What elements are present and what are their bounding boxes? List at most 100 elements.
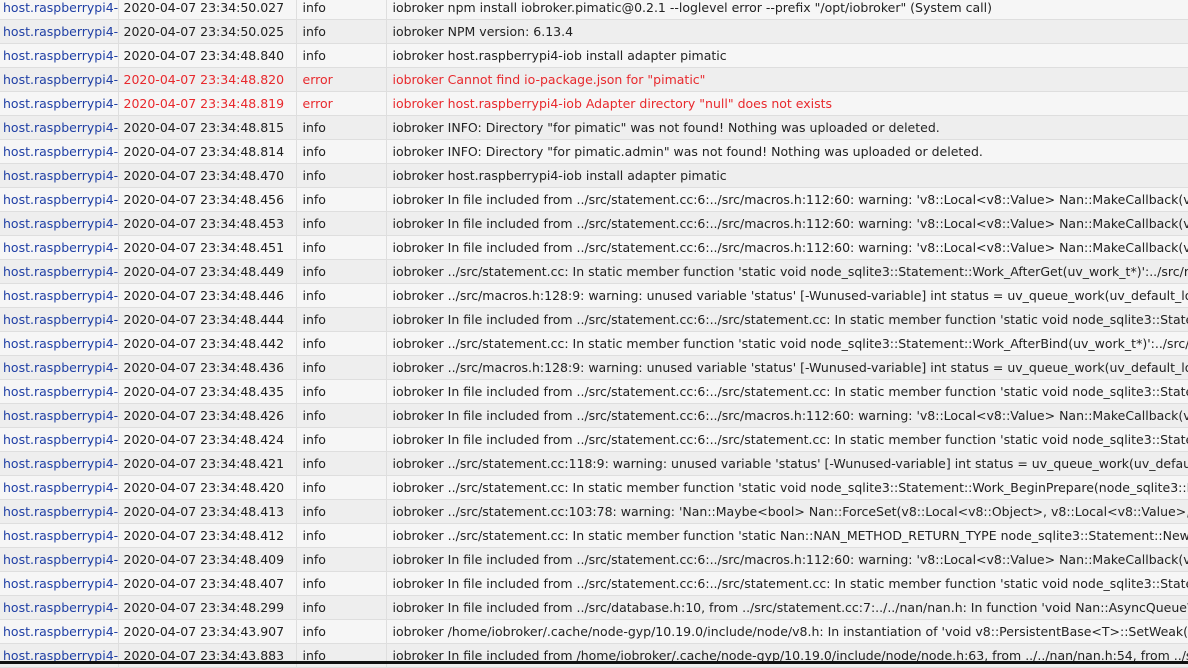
log-message: iobroker host.raspberrypi4-iob install a… [386,43,1188,68]
log-severity: error [296,91,387,116]
log-row: host.raspberrypi4-iob2020-04-07 23:34:48… [0,427,1188,452]
log-severity: info [296,235,387,260]
log-row: host.raspberrypi4-iob2020-04-07 23:34:48… [0,547,1188,572]
log-message: iobroker In file included from ../src/da… [386,595,1188,620]
log-timestamp: 2020-04-07 23:34:48.426 [118,403,297,428]
log-host-link[interactable]: host.raspberrypi4-iob [0,211,119,236]
log-host-link[interactable]: host.raspberrypi4-iob [0,115,119,140]
log-message: iobroker In file included from ../src/st… [386,211,1188,236]
log-timestamp: 2020-04-07 23:34:43.907 [118,619,297,644]
log-row: host.raspberrypi4-iob2020-04-07 23:34:48… [0,403,1188,428]
log-row: host.raspberrypi4-iob2020-04-07 23:34:48… [0,211,1188,236]
log-severity: info [296,283,387,308]
log-severity: info [296,211,387,236]
log-timestamp: 2020-04-07 23:34:48.446 [118,283,297,308]
log-table: host.raspberrypi4-iob2020-04-07 23:34:50… [0,0,1188,668]
log-host-link[interactable]: host.raspberrypi4-iob [0,139,119,164]
log-row: host.raspberrypi4-iob2020-04-07 23:34:48… [0,379,1188,404]
log-row: host.raspberrypi4-iob2020-04-07 23:34:48… [0,67,1188,92]
log-row: host.raspberrypi4-iob2020-04-07 23:34:50… [0,19,1188,44]
log-row: host.raspberrypi4-iob2020-04-07 23:34:48… [0,259,1188,284]
log-severity: error [296,67,387,92]
log-message: iobroker In file included from ../src/st… [386,187,1188,212]
log-host-link[interactable]: host.raspberrypi4-iob [0,187,119,212]
log-row: host.raspberrypi4-iob2020-04-07 23:34:48… [0,139,1188,164]
log-row: host.raspberrypi4-iob2020-04-07 23:34:48… [0,331,1188,356]
log-host-link[interactable]: host.raspberrypi4-iob [0,235,119,260]
log-severity: info [296,523,387,548]
log-row: host.raspberrypi4-iob2020-04-07 23:34:48… [0,91,1188,116]
log-message: iobroker ../src/statement.cc: In static … [386,475,1188,500]
log-severity: info [296,139,387,164]
log-host-link[interactable]: host.raspberrypi4-iob [0,331,119,356]
log-timestamp: 2020-04-07 23:34:48.413 [118,499,297,524]
log-host-link[interactable]: host.raspberrypi4-iob [0,499,119,524]
log-severity: info [296,163,387,188]
log-host-link[interactable]: host.raspberrypi4-iob [0,523,119,548]
log-message: iobroker ../src/statement.cc: In static … [386,259,1188,284]
log-host-link[interactable]: host.raspberrypi4-iob [0,451,119,476]
log-message: iobroker In file included from ../src/st… [386,403,1188,428]
log-host-link[interactable]: host.raspberrypi4-iob [0,0,119,20]
log-severity: info [296,355,387,380]
log-host-link[interactable]: host.raspberrypi4-iob [0,403,119,428]
log-message: iobroker npm install iobroker.pimatic@0.… [386,0,1188,20]
log-row: host.raspberrypi4-iob2020-04-07 23:34:50… [0,0,1188,20]
log-timestamp: 2020-04-07 23:34:48.421 [118,451,297,476]
log-host-link[interactable]: host.raspberrypi4-iob [0,67,119,92]
log-host-link[interactable]: host.raspberrypi4-iob [0,427,119,452]
log-message: iobroker In file included from ../src/st… [386,379,1188,404]
log-timestamp: 2020-04-07 23:34:48.435 [118,379,297,404]
log-severity: info [296,259,387,284]
log-severity: info [296,379,387,404]
log-row: host.raspberrypi4-iob2020-04-07 23:34:48… [0,163,1188,188]
log-timestamp: 2020-04-07 23:34:48.444 [118,307,297,332]
log-row: host.raspberrypi4-iob2020-04-07 23:34:48… [0,115,1188,140]
log-severity: info [296,451,387,476]
log-severity: info [296,43,387,68]
log-timestamp: 2020-04-07 23:34:48.409 [118,547,297,572]
log-timestamp: 2020-04-07 23:34:48.436 [118,355,297,380]
log-host-link[interactable]: host.raspberrypi4-iob [0,547,119,572]
log-row: host.raspberrypi4-iob2020-04-07 23:34:48… [0,43,1188,68]
log-timestamp: 2020-04-07 23:34:48.407 [118,571,297,596]
log-row: host.raspberrypi4-iob2020-04-07 23:34:48… [0,475,1188,500]
log-host-link[interactable]: host.raspberrypi4-iob [0,355,119,380]
log-host-link[interactable]: host.raspberrypi4-iob [0,163,119,188]
log-host-link[interactable]: host.raspberrypi4-iob [0,475,119,500]
log-severity: info [296,403,387,428]
log-message: iobroker ../src/statement.cc:118:9: warn… [386,451,1188,476]
log-severity: info [296,0,387,20]
log-message: iobroker NPM version: 6.13.4 [386,19,1188,44]
log-severity: info [296,331,387,356]
log-host-link[interactable]: host.raspberrypi4-iob [0,91,119,116]
log-message: iobroker In file included from ../src/st… [386,235,1188,260]
log-host-link[interactable]: host.raspberrypi4-iob [0,619,119,644]
log-host-link[interactable]: host.raspberrypi4-iob [0,43,119,68]
log-timestamp: 2020-04-07 23:34:48.424 [118,427,297,452]
log-host-link[interactable]: host.raspberrypi4-iob [0,379,119,404]
log-row: host.raspberrypi4-iob2020-04-07 23:34:48… [0,307,1188,332]
log-host-link[interactable]: host.raspberrypi4-iob [0,307,119,332]
log-message: iobroker ../src/macros.h:128:9: warning:… [386,283,1188,308]
log-row: host.raspberrypi4-iob2020-04-07 23:34:43… [0,619,1188,644]
log-severity: info [296,115,387,140]
log-host-link[interactable]: host.raspberrypi4-iob [0,19,119,44]
log-timestamp: 2020-04-07 23:34:50.025 [118,19,297,44]
log-host-link[interactable]: host.raspberrypi4-iob [0,595,119,620]
log-host-link[interactable]: host.raspberrypi4-iob [0,571,119,596]
log-message: iobroker host.raspberrypi4-iob install a… [386,163,1188,188]
log-message: iobroker ../src/statement.cc: In static … [386,331,1188,356]
log-message: iobroker host.raspberrypi4-iob Adapter d… [386,91,1188,116]
log-severity: info [296,475,387,500]
log-host-link[interactable]: host.raspberrypi4-iob [0,283,119,308]
log-message: iobroker INFO: Directory "for pimatic" w… [386,115,1188,140]
log-row: host.raspberrypi4-iob2020-04-07 23:34:48… [0,283,1188,308]
log-timestamp: 2020-04-07 23:34:48.819 [118,91,297,116]
log-timestamp: 2020-04-07 23:34:48.449 [118,259,297,284]
log-row: host.raspberrypi4-iob2020-04-07 23:34:48… [0,235,1188,260]
log-severity: info [296,307,387,332]
log-message: iobroker In file included from ../src/st… [386,427,1188,452]
log-host-link[interactable]: host.raspberrypi4-iob [0,259,119,284]
log-row: host.raspberrypi4-iob2020-04-07 23:34:48… [0,595,1188,620]
